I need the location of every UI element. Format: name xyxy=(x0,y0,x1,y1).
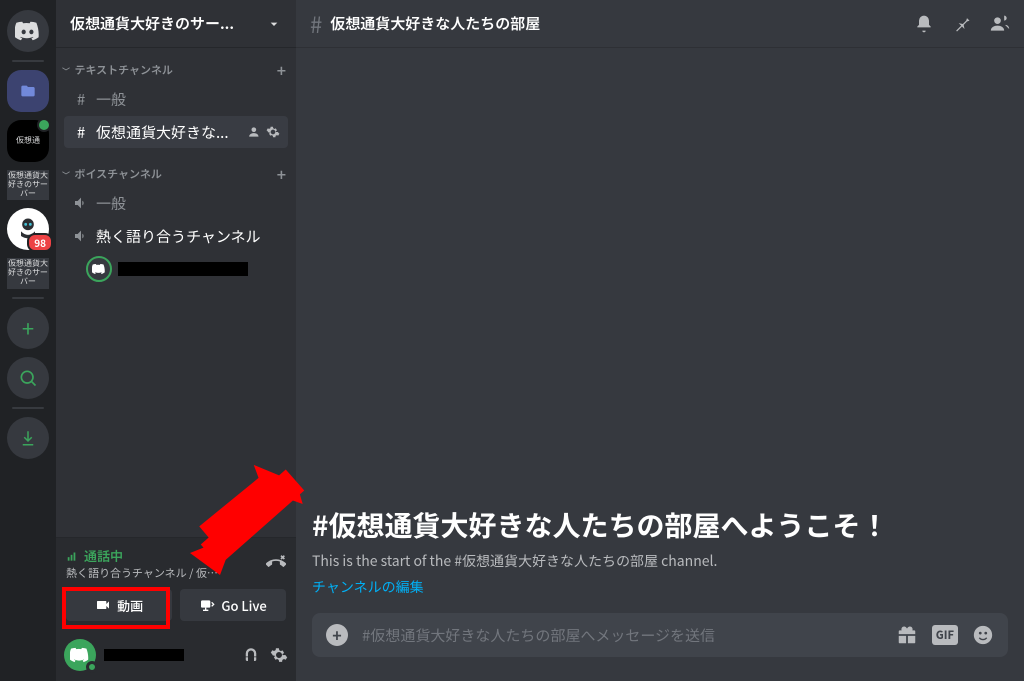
channel-title: 仮想通貨大好きな人たちの部屋 xyxy=(330,13,914,34)
server-folder[interactable] xyxy=(7,70,49,112)
status-dot-icon xyxy=(86,661,98,673)
channel-label: 一般 xyxy=(96,193,280,214)
divider xyxy=(12,60,44,62)
notification-badge: 98 xyxy=(27,233,53,252)
download-button[interactable] xyxy=(7,417,49,459)
user-panel xyxy=(56,629,296,681)
deafen-button[interactable] xyxy=(242,646,260,664)
welcome-subtitle: This is the start of the #仮想通貨大好きな人たちの部屋… xyxy=(312,551,1008,571)
attach-button[interactable]: + xyxy=(326,624,348,646)
speaker-icon xyxy=(72,228,90,244)
channel-active[interactable]: # 仮想通貨大好きな... xyxy=(64,116,288,148)
welcome-title: #仮想通貨大好きな人たちの部屋へようこそ！ xyxy=(312,505,1008,545)
input-placeholder: #仮想通貨大好きな人たちの部屋へメッセージを送信 xyxy=(362,625,882,646)
voice-user-name-redacted xyxy=(118,262,248,276)
explore-button[interactable] xyxy=(7,357,49,399)
hash-icon: # xyxy=(72,89,90,110)
members-button[interactable] xyxy=(990,14,1010,34)
voice-user[interactable] xyxy=(88,253,296,285)
chat-input-wrap: + #仮想通貨大好きな人たちの部屋へメッセージを送信 GIF xyxy=(296,613,1024,681)
add-channel-icon[interactable]: + xyxy=(277,58,286,82)
user-info xyxy=(104,649,234,661)
voice-channel-general[interactable]: 一般 xyxy=(64,187,288,219)
disconnect-button[interactable] xyxy=(266,554,286,574)
hash-icon: # xyxy=(310,8,322,40)
server-icon-2[interactable]: 98 xyxy=(7,208,49,250)
home-button[interactable] xyxy=(7,10,49,52)
channel-scroll: ﹀ テキストチャンネル + # 一般 # 仮想通貨大好きな... ﹀ ボイスチャ… xyxy=(56,48,296,537)
invite-icon[interactable] xyxy=(248,125,262,139)
add-channel-icon[interactable]: + xyxy=(277,162,286,186)
voice-status-sub: 熱く語り合うチャンネル / 仮想... xyxy=(66,565,226,581)
voice-status: 通話中 xyxy=(66,546,226,565)
category-label: ボイスチャンネル xyxy=(75,166,162,182)
text-channel-category[interactable]: ﹀ テキストチャンネル + xyxy=(56,58,296,82)
gift-button[interactable] xyxy=(896,624,918,646)
divider xyxy=(12,297,44,299)
hash-icon: # xyxy=(72,122,90,143)
chat-body: #仮想通貨大好きな人たちの部屋へようこそ！ This is the start … xyxy=(296,48,1024,613)
settings-button[interactable] xyxy=(270,646,288,664)
channel-sidebar: 仮想通貨大好きのサー... ﹀ テキストチャンネル + # 一般 # 仮想通貨大… xyxy=(56,0,296,681)
voice-user-avatar xyxy=(88,258,110,280)
divider xyxy=(12,407,44,409)
main-header: # 仮想通貨大好きな人たちの部屋 xyxy=(296,0,1024,48)
speaker-icon xyxy=(72,195,90,211)
channel-label: 一般 xyxy=(96,89,280,110)
server-icon-1-text: 仮想通貨大好きのサーバー xyxy=(7,170,49,200)
category-label: テキストチャンネル xyxy=(75,62,173,78)
channel-label: 仮想通貨大好きな... xyxy=(96,122,242,143)
server-icon-2-text: 仮想通貨大好きのサーバー xyxy=(7,258,49,288)
server-list: 仮想通 仮想通貨大好きのサーバー 98 仮想通貨大好きのサーバー + xyxy=(0,0,56,681)
add-server-button[interactable]: + xyxy=(7,307,49,349)
gif-button[interactable]: GIF xyxy=(932,625,958,645)
main-area: # 仮想通貨大好きな人たちの部屋 #仮想通貨大好きな人たちの部屋へようこそ！ T… xyxy=(296,0,1024,681)
gear-icon[interactable] xyxy=(266,125,280,139)
channel-label: 熱く語り合うチャンネル xyxy=(96,226,280,247)
server-header[interactable]: 仮想通貨大好きのサー... xyxy=(56,0,296,48)
server-icon-1[interactable]: 仮想通 xyxy=(7,120,49,162)
chevron-down-icon xyxy=(266,16,282,32)
voice-panel: 通話中 熱く語り合うチャンネル / 仮想... 動画 Go Live xyxy=(56,537,296,629)
server-name: 仮想通貨大好きのサー... xyxy=(70,13,234,34)
video-button[interactable]: 動画 xyxy=(66,589,172,621)
notifications-button[interactable] xyxy=(914,14,934,34)
edit-channel-link[interactable]: チャンネルの編集 xyxy=(312,577,1008,597)
pinned-button[interactable] xyxy=(952,14,972,34)
channel-general[interactable]: # 一般 xyxy=(64,83,288,115)
voice-channel-category[interactable]: ﹀ ボイスチャンネル + xyxy=(56,162,296,186)
voice-indicator-icon xyxy=(37,118,51,132)
chat-input[interactable]: + #仮想通貨大好きな人たちの部屋へメッセージを送信 GIF xyxy=(312,613,1008,657)
user-avatar[interactable] xyxy=(64,639,96,671)
emoji-button[interactable] xyxy=(972,624,994,646)
username-redacted xyxy=(104,649,184,661)
go-live-button[interactable]: Go Live xyxy=(180,589,286,621)
server-icon-1-label: 仮想通 xyxy=(16,137,40,146)
voice-channel-hot[interactable]: 熱く語り合うチャンネル xyxy=(64,220,288,252)
